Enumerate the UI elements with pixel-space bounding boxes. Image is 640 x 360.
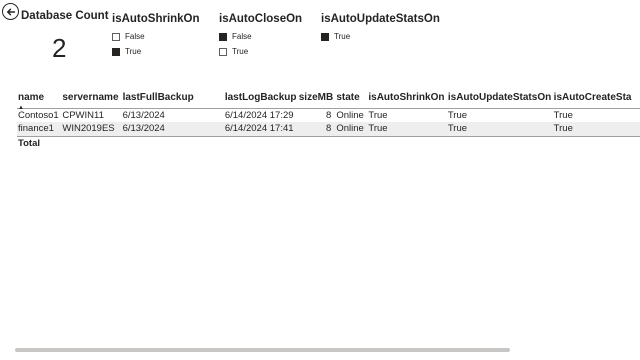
table-total-row: Total bbox=[17, 135, 640, 150]
table-cell: True bbox=[447, 123, 468, 135]
slicer-item-label: True bbox=[125, 47, 142, 56]
table-cell: 8 bbox=[326, 109, 332, 121]
slicer-title: isAutoCloseOn bbox=[219, 13, 303, 25]
table-row[interactable]: finance1 WIN2019ES 6/13/2024 6/14/2024 1… bbox=[17, 122, 640, 136]
slicer-title: isAutoShrinkOn bbox=[112, 13, 200, 25]
table-row[interactable]: Contoso1 CPWIN11 6/13/2024 6/14/2024 17:… bbox=[17, 108, 640, 122]
column-header-state[interactable]: state bbox=[335, 88, 367, 108]
checkbox[interactable] bbox=[112, 47, 120, 56]
column-header-servername[interactable]: servername bbox=[61, 88, 121, 108]
slicer-item-true[interactable]: True bbox=[112, 44, 200, 59]
sort-ascending-icon: ▲ bbox=[18, 104, 24, 111]
slicer-item-true[interactable]: True bbox=[321, 29, 440, 44]
column-header-lastlogbackup[interactable]: lastLogBackup bbox=[224, 88, 298, 108]
slicer-item-label: False bbox=[232, 32, 252, 41]
checkbox[interactable] bbox=[219, 47, 227, 56]
table-cell: Online bbox=[336, 123, 364, 135]
slicer-isautoupdatestatson: isAutoUpdateStatsOn True bbox=[321, 13, 440, 44]
slicer-isautocloseon: isAutoCloseOn False True bbox=[219, 13, 302, 59]
table-cell: True bbox=[553, 123, 573, 135]
slicer-title: isAutoUpdateStatsOn bbox=[321, 13, 440, 25]
slicer-item-label: False bbox=[125, 32, 145, 41]
database-table: name ▲ servername lastFullBackup lastLogB… bbox=[17, 88, 640, 154]
table-cell: WIN2019ES bbox=[62, 123, 115, 135]
table-cell: True bbox=[368, 109, 388, 121]
checkbox[interactable] bbox=[321, 32, 329, 41]
column-header-lastfullbackup[interactable]: lastFullBackup bbox=[122, 88, 224, 108]
card-title: Database Count bbox=[21, 10, 109, 22]
slicer-item-false[interactable]: False bbox=[219, 29, 302, 44]
checkbox[interactable] bbox=[112, 32, 120, 41]
column-header-isautocreatestats[interactable]: isAutoCreateSta bbox=[553, 88, 640, 108]
checkbox[interactable] bbox=[219, 32, 227, 41]
total-label: Total bbox=[17, 135, 62, 150]
horizontal-scrollbar[interactable] bbox=[15, 348, 510, 352]
table-cell: True bbox=[553, 109, 573, 121]
table-cell: Online bbox=[336, 109, 364, 121]
table-cell: True bbox=[447, 109, 468, 121]
column-header-isautoshrinkon[interactable]: isAutoShrinkOn bbox=[367, 88, 446, 108]
column-header-name[interactable]: name ▲ bbox=[17, 88, 61, 111]
column-header-isautoupdatestatson[interactable]: isAutoUpdateStatsOn bbox=[447, 88, 553, 108]
slicer-item-false[interactable]: False bbox=[112, 29, 200, 44]
table-cell: CPWIN11 bbox=[62, 109, 104, 121]
database-count-value: 2 bbox=[52, 33, 67, 63]
slicer-isautoshrinkon: isAutoShrinkOn False True bbox=[112, 13, 200, 59]
table-cell: True bbox=[368, 123, 388, 135]
slicer-item-label: True bbox=[334, 32, 351, 41]
table-cell: finance1 bbox=[18, 123, 54, 135]
table-cell: 6/14/2024 17:41 bbox=[224, 123, 294, 135]
slicer-item-true[interactable]: True bbox=[219, 44, 302, 59]
back-button[interactable] bbox=[2, 3, 19, 20]
table-cell: 8 bbox=[326, 123, 332, 135]
slicer-item-label: True bbox=[232, 47, 249, 56]
column-header-sizemb[interactable]: sizeMB bbox=[298, 88, 336, 108]
table-cell: 6/13/2024 bbox=[122, 123, 165, 135]
table-cell: 6/14/2024 17:29 bbox=[224, 109, 294, 121]
table-cell: 6/13/2024 bbox=[122, 109, 165, 121]
back-arrow-icon bbox=[6, 7, 15, 15]
table-header-row: name ▲ servername lastFullBackup lastLogB… bbox=[17, 88, 640, 111]
